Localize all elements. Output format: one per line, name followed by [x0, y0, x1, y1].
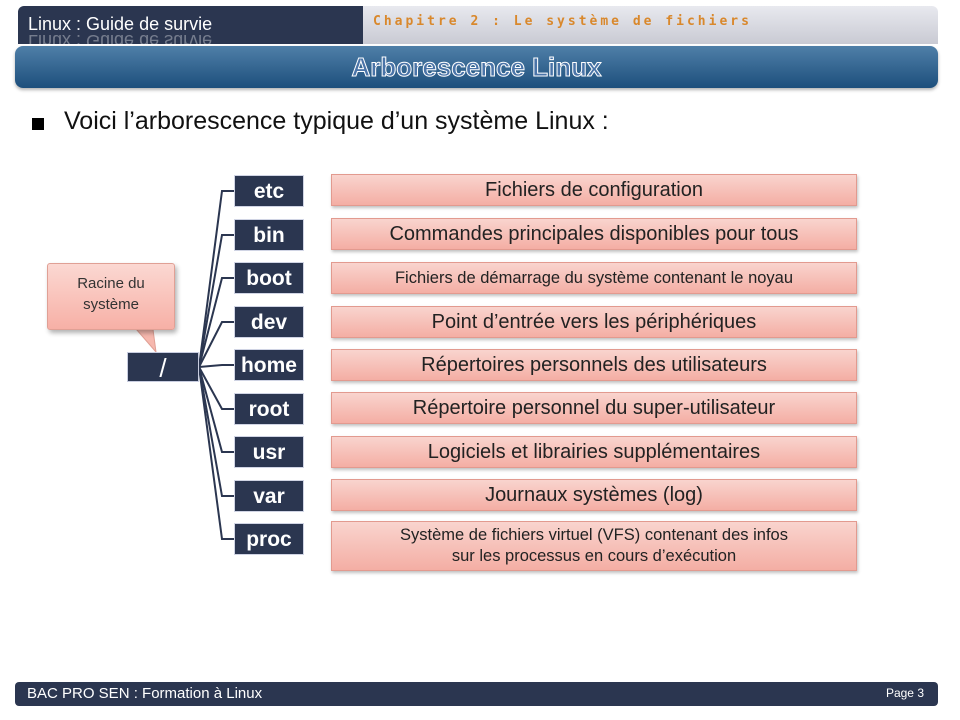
callout: Racine du système	[47, 263, 175, 330]
connector-home	[198, 364, 234, 368]
page-number: Page 3	[885, 686, 924, 700]
desc-usr: Logiciels et librairies supplémentaires	[331, 436, 857, 468]
callout-line-1: Racine du	[77, 275, 145, 292]
dir-var: var	[234, 480, 304, 512]
footer-course: BAC PRO SEN : Formation à Linux	[27, 685, 263, 702]
desc-var: Journaux systèmes (log)	[331, 479, 857, 511]
dir-etc: etc	[234, 175, 304, 207]
desc-bin: Commandes principales disponibles pour t…	[331, 218, 857, 250]
callout-line-2: système	[83, 296, 139, 313]
desc-proc: Système de fichiers virtuel (VFS) conten…	[331, 521, 857, 571]
dir-boot: boot	[234, 262, 304, 294]
desc-proc-line-2: sur les processus en cours d’exécution	[451, 547, 737, 565]
desc-etc: Fichiers de configuration	[331, 174, 857, 206]
desc-home: Répertoires personnels des utilisateurs	[331, 349, 857, 381]
dir-proc: proc	[234, 523, 304, 555]
dir-dev: dev	[234, 306, 304, 338]
desc-proc-line-1: Système de fichiers virtuel (VFS) conten…	[400, 526, 788, 544]
root-directory: /	[127, 352, 199, 383]
footer-bar: BAC PRO SEN : Formation à Linux Page 3	[15, 682, 938, 706]
dir-bin: bin	[234, 219, 304, 251]
desc-dev: Point d’entrée vers les périphériques	[331, 306, 857, 338]
dir-usr: usr	[234, 436, 304, 468]
desc-root: Répertoire personnel du super-utilisateu…	[331, 392, 857, 424]
dir-root: root	[234, 393, 304, 425]
desc-boot: Fichiers de démarrage du système contena…	[331, 262, 857, 294]
dir-home: home	[234, 349, 304, 381]
